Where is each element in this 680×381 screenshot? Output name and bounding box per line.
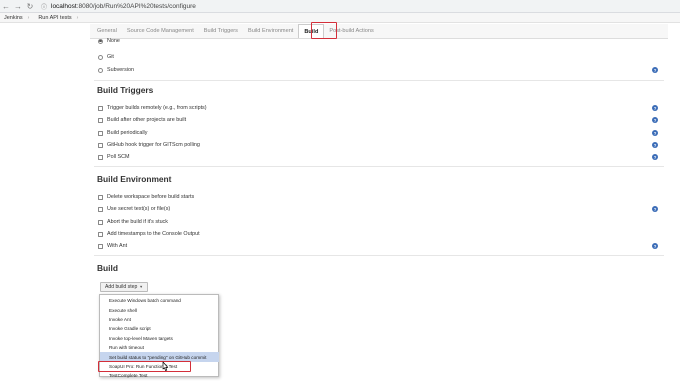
checkbox[interactable] [98, 142, 103, 148]
config-tabs: General Source Code Management Build Tri… [90, 24, 668, 39]
checkbox[interactable] [98, 243, 103, 249]
help-icon[interactable]: ? [652, 117, 658, 123]
env-with-ant[interactable]: With Ant [98, 242, 127, 250]
checkbox[interactable] [98, 105, 103, 111]
tab-source-code-management[interactable]: Source Code Management [122, 24, 199, 39]
chevron-down-icon: ▼ [139, 285, 144, 289]
checkbox[interactable] [98, 194, 103, 200]
breadcrumb-jenkins[interactable]: Jenkins [0, 15, 28, 21]
menu-item-execute-shell[interactable]: Execute shell [100, 305, 219, 314]
add-build-step-button[interactable]: Add build step ▼ [100, 282, 149, 292]
help-icon[interactable]: ? [652, 130, 658, 136]
radio-icon[interactable] [98, 54, 103, 60]
section-divider [94, 80, 664, 81]
radio-icon[interactable] [98, 38, 103, 44]
highlight-build-tab [311, 22, 337, 39]
trigger-periodically[interactable]: Build periodically [98, 129, 147, 137]
scm-option-none[interactable]: None [98, 37, 120, 45]
forward-icon[interactable]: → [12, 0, 24, 12]
breadcrumb-job[interactable]: Run API tests [29, 15, 76, 21]
trigger-after-other-projects[interactable]: Build after other projects are built [98, 116, 186, 124]
menu-item-invoke-maven[interactable]: Invoke top-level Maven targets [100, 334, 219, 343]
menu-item-invoke-gradle[interactable]: Invoke Gradle script [100, 324, 219, 333]
tab-build-environment[interactable]: Build Environment [243, 24, 298, 39]
checkbox[interactable] [98, 117, 103, 123]
menu-item-run-with-timeout[interactable]: Run with timeout [100, 343, 219, 352]
help-icon[interactable]: ? [652, 105, 658, 111]
trigger-github-hook[interactable]: GitHub hook trigger for GITScm polling [98, 141, 200, 149]
env-timestamps[interactable]: Add timestamps to the Console Output [98, 230, 200, 238]
back-icon[interactable]: ← [0, 0, 12, 12]
address-bar[interactable]: localhost:8080/job/Run%20API%20tests/con… [51, 3, 196, 10]
browser-toolbar: ← → ↻ ⓘ localhost:8080/job/Run%20API%20t… [0, 0, 680, 13]
checkbox[interactable] [98, 154, 103, 160]
section-divider [94, 166, 664, 167]
checkbox[interactable] [98, 219, 103, 225]
help-icon[interactable]: ? [652, 206, 658, 212]
build-title: Build [97, 263, 118, 273]
reload-icon[interactable]: ↻ [24, 0, 36, 12]
menu-item-invoke-ant[interactable]: Invoke Ant [100, 315, 219, 324]
env-delete-workspace[interactable]: Delete workspace before build starts [98, 193, 194, 201]
scm-option-subversion[interactable]: Subversion [98, 66, 134, 74]
checkbox[interactable] [98, 130, 103, 136]
breadcrumb: Jenkins › Run API tests › [0, 13, 680, 23]
help-icon[interactable]: ? [652, 142, 658, 148]
help-icon[interactable]: ? [652, 67, 658, 73]
build-triggers-title: Build Triggers [97, 85, 154, 95]
info-icon[interactable]: ⓘ [39, 0, 49, 12]
radio-icon[interactable] [98, 67, 103, 73]
chevron-right-icon: › [76, 14, 79, 21]
help-icon[interactable]: ? [652, 154, 658, 160]
checkbox[interactable] [98, 231, 103, 237]
help-icon[interactable]: ? [652, 243, 658, 249]
highlight-soapui-item [98, 361, 191, 372]
section-divider [94, 255, 664, 256]
scm-option-git[interactable]: Git [98, 53, 114, 61]
env-abort-if-stuck[interactable]: Abort the build if it's stuck [98, 218, 168, 226]
trigger-poll-scm[interactable]: Poll SCM [98, 153, 129, 161]
pointer-cursor-icon [162, 361, 169, 371]
tab-build-triggers[interactable]: Build Triggers [199, 24, 243, 39]
env-secret-text[interactable]: Use secret text(s) or file(s) [98, 205, 170, 213]
build-environment-title: Build Environment [97, 174, 172, 184]
checkbox[interactable] [98, 206, 103, 212]
trigger-remote[interactable]: Trigger builds remotely (e.g., from scri… [98, 104, 207, 112]
menu-item-windows-batch[interactable]: Execute Windows batch command [100, 296, 219, 305]
